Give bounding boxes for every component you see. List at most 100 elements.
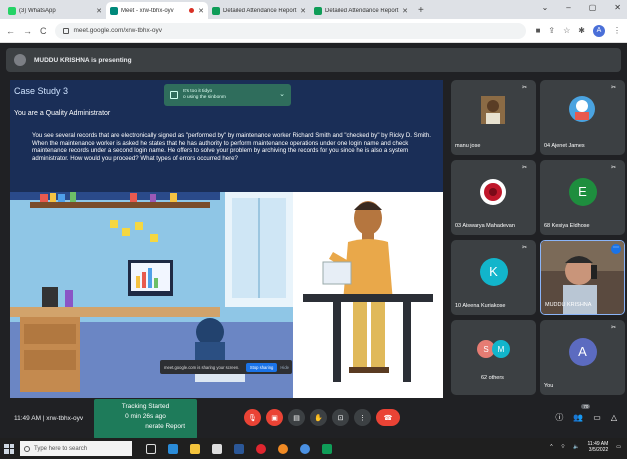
participant-initial: M	[492, 340, 510, 358]
close-window-button[interactable]: ✕	[614, 3, 621, 12]
word-icon[interactable]	[234, 443, 244, 454]
participant-tile-muddu-krishna[interactable]: ⋯ MUDDU KRISHNA	[540, 240, 625, 315]
camera-off-icon: ▣	[271, 414, 278, 422]
participant-photo	[481, 96, 505, 124]
notification-icon[interactable]: ▭	[616, 444, 621, 450]
back-button[interactable]: ←	[6, 26, 15, 36]
mic-off-icon: ✂	[522, 85, 528, 91]
participant-initial: E	[568, 177, 597, 206]
tab-whatsapp[interactable]: (3) WhatsApp ✕	[4, 2, 106, 19]
tracking-status: Tracking Started	[121, 403, 170, 410]
share-icon[interactable]: ⇪	[548, 26, 555, 35]
maximize-button[interactable]: ▢	[589, 3, 597, 12]
close-tab-icon[interactable]: ✕	[198, 7, 204, 15]
forward-button[interactable]: →	[23, 26, 32, 36]
url-input[interactable]: meet.google.com/xrw-tbhx-oyv	[54, 22, 526, 39]
hide-button[interactable]: Hide	[280, 365, 289, 370]
participant-name: 10 Aleena Kuriakose	[455, 303, 506, 309]
profile-avatar[interactable]: A	[593, 24, 605, 37]
extensions-icon[interactable]: ✱	[578, 26, 585, 35]
chrome-icon[interactable]	[300, 443, 310, 454]
taskbar-apps	[146, 443, 332, 454]
mic-off-icon: 🎙	[248, 414, 257, 422]
minimize-button[interactable]: –	[566, 3, 570, 12]
edge-browser-icon[interactable]	[168, 443, 178, 454]
generate-report-button[interactable]: nerate Report	[94, 423, 197, 430]
more-options-button[interactable]: ⋮	[354, 409, 371, 426]
presenter-avatar	[14, 54, 26, 66]
attendance-tracking-popup[interactable]: Tracking Started 0 min 26s ago nerate Re…	[94, 399, 197, 439]
presenter-text: MUDDU KRISHNA is presenting	[34, 56, 132, 64]
hangup-icon: ☎	[383, 414, 393, 422]
present-button[interactable]: ⊡	[332, 409, 349, 426]
participant-tile-others[interactable]: S M 62 others	[451, 320, 536, 395]
participant-tile-aiswarya-mahadevan[interactable]: ✂ 03 Aiswarya Mahadevan	[451, 160, 536, 235]
notice-text: It's too it tidyo o using the sinbonm	[183, 89, 226, 101]
camera-toggle-button[interactable]: ▣	[266, 409, 283, 426]
close-tab-icon[interactable]: ✕	[96, 7, 102, 15]
info-icon[interactable]: ⓘ	[555, 412, 563, 423]
mic-off-icon: ✂	[522, 165, 528, 171]
new-tab-button[interactable]: +	[418, 5, 424, 16]
file-explorer-icon[interactable]	[190, 443, 200, 454]
taskbar-clock[interactable]: 11:49 AM 3/5/2022	[588, 441, 609, 453]
windows-taskbar: Type here to search ^ ⌔ 🔈 11:49 AM 3/5/2…	[0, 438, 627, 459]
participant-name: manu jose	[455, 143, 481, 149]
presenter-cartoon-illustration	[293, 192, 443, 398]
chat-icon[interactable]: ▭	[593, 413, 601, 422]
volume-icon[interactable]: 🔈	[573, 444, 579, 450]
participant-tile-you[interactable]: ✂ A You	[540, 320, 625, 395]
chevron-up-icon[interactable]: ^	[550, 444, 552, 450]
present-icon: ⊡	[337, 414, 344, 422]
firefox-icon[interactable]	[278, 443, 288, 454]
windows-start-button[interactable]	[4, 443, 14, 454]
meet-taskbar-icon[interactable]	[322, 443, 332, 454]
participant-name: 68 Kesiya Eldhose	[544, 223, 590, 229]
tab-title: Detailed Attendance Report | G...	[223, 7, 298, 14]
activities-icon[interactable]: △	[611, 413, 617, 422]
taskbar-search-input[interactable]: Type here to search	[20, 441, 132, 456]
notice-line: o using the sinbonm	[183, 95, 226, 100]
menu-icon[interactable]: ⋮	[613, 26, 621, 35]
participant-tile-manu-jose[interactable]: ✂ manu jose	[451, 80, 536, 155]
notice-icon	[170, 91, 178, 99]
people-button[interactable]: 👥 70	[573, 404, 591, 422]
reload-button[interactable]: C	[40, 26, 47, 36]
meet-control-bar: 🎙 ▣ ▤ ✋ ⊡ ⋮ ☎	[244, 409, 400, 426]
recording-dot-icon	[189, 8, 195, 13]
stop-sharing-button[interactable]: Stop sharing	[245, 362, 278, 372]
participant-tile-ajenet-james[interactable]: ✂ 04 Ajenet James	[540, 80, 625, 155]
tab-search-button[interactable]: ⌄	[542, 3, 549, 12]
participant-tile-kesiya-eldhose[interactable]: ✂ E 68 Kesiya Eldhose	[540, 160, 625, 235]
more-vert-icon: ⋮	[359, 414, 366, 422]
raise-hand-button[interactable]: ✋	[310, 409, 327, 426]
star-icon[interactable]: ☆	[563, 26, 570, 35]
tab-attendance-report-2[interactable]: Detailed Attendance Report | Go... ✕	[310, 2, 412, 19]
people-icon: 👥	[573, 413, 584, 422]
opera-icon[interactable]	[256, 443, 266, 454]
camera-icon[interactable]: ■	[536, 26, 541, 35]
slide-title: Case Study 3	[14, 86, 69, 96]
chevron-down-icon[interactable]: ⌄	[279, 90, 285, 98]
task-view-icon[interactable]	[146, 443, 156, 454]
tab-attendance-report-1[interactable]: Detailed Attendance Report | G... ✕	[208, 2, 310, 19]
shared-slide: Case Study 3 It's too it tidyo o using t…	[10, 80, 443, 398]
close-tab-icon[interactable]: ✕	[300, 7, 306, 15]
screen-share-notice: meet.google.com is sharing your screen. …	[160, 360, 292, 374]
mic-off-icon: ✂	[611, 325, 617, 331]
search-placeholder: Type here to search	[34, 445, 88, 452]
store-icon[interactable]	[212, 443, 222, 454]
captions-button[interactable]: ▤	[288, 409, 305, 426]
lock-icon	[62, 27, 69, 34]
tab-meet[interactable]: Meet - xrw-tbhx-oyv ✕	[106, 2, 208, 19]
more-options-icon[interactable]: ⋯	[611, 244, 621, 254]
close-tab-icon[interactable]: ✕	[402, 7, 408, 15]
tab-title: (3) WhatsApp	[19, 7, 56, 14]
participant-name: 62 others	[481, 375, 504, 381]
network-icon[interactable]: ⌔	[561, 444, 566, 450]
leave-call-button[interactable]: ☎	[376, 409, 400, 426]
presenter-banner: MUDDU KRISHNA is presenting	[6, 48, 621, 72]
slide-body: You see several records that are electro…	[32, 132, 431, 162]
participant-tile-aleena-kuriakose[interactable]: ✂ K 10 Aleena Kuriakose	[451, 240, 536, 315]
mic-toggle-button[interactable]: 🎙	[244, 409, 261, 426]
